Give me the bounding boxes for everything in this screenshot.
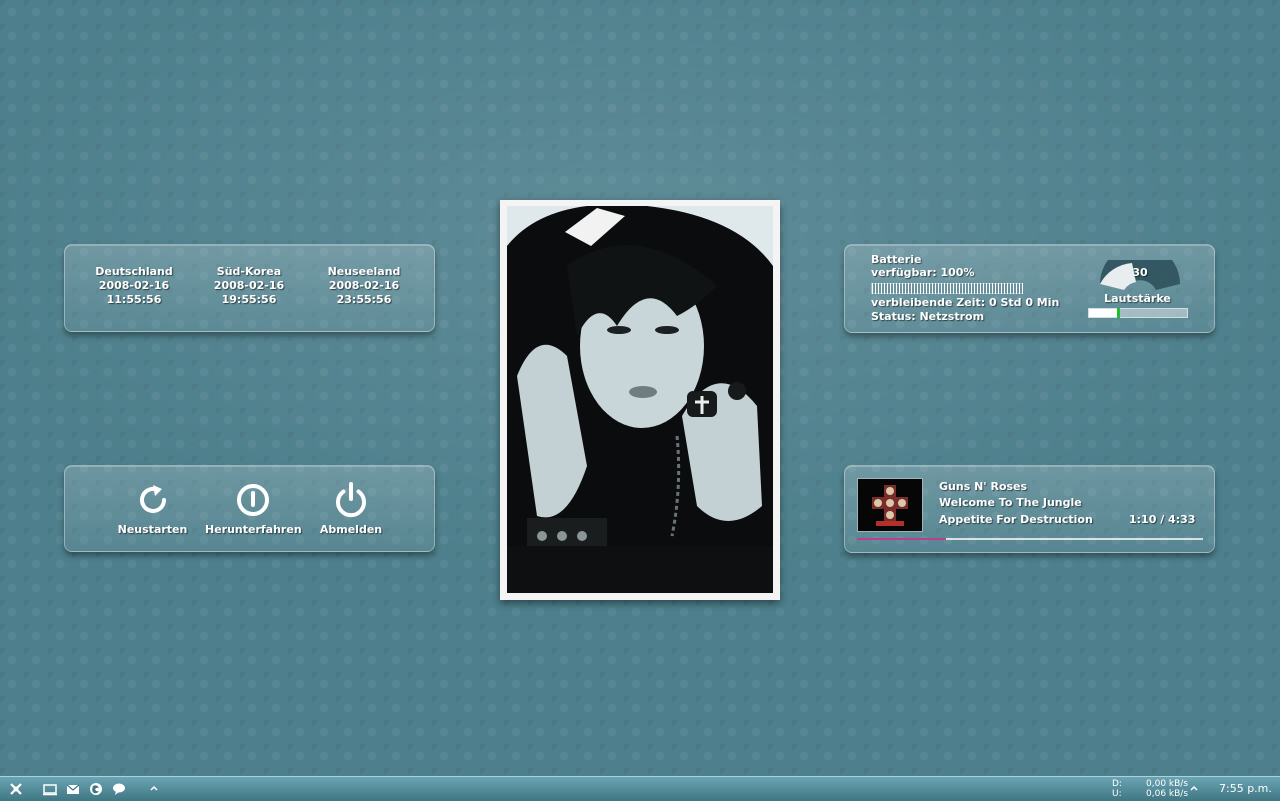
restart-icon xyxy=(139,485,166,513)
music-progress-bar[interactable] xyxy=(857,538,1203,540)
battery-status: Status: Netzstrom xyxy=(871,310,985,323)
volume-slider[interactable] xyxy=(1088,308,1188,318)
clock-location-name: Deutschland xyxy=(95,265,173,278)
clock-time: 19:55:56 xyxy=(221,293,277,306)
show-desktop-icon[interactable] xyxy=(42,781,58,797)
clock-time: 11:55:56 xyxy=(106,293,162,306)
clock-location: Süd-Korea 2008-02-16 19:55:56 xyxy=(199,265,299,307)
battery-available: verfügbar: 100% xyxy=(871,266,975,279)
clock-location: Neuseeland 2008-02-16 23:55:56 xyxy=(314,265,414,307)
chat-icon[interactable] xyxy=(111,781,127,797)
logoff-icon xyxy=(336,482,366,518)
clock-location: Deutschland 2008-02-16 11:55:56 xyxy=(84,265,184,307)
music-album: Appetite For Destruction xyxy=(939,513,1093,526)
battery-level-bar xyxy=(871,283,1023,294)
shutdown-label: Herunterfahren xyxy=(205,523,302,536)
volume-knob[interactable] xyxy=(1117,308,1121,318)
photo-image xyxy=(507,206,773,593)
firefox-icon[interactable] xyxy=(88,781,104,797)
music-progress-fill xyxy=(857,538,946,540)
tray-chevron-icon[interactable] xyxy=(1188,781,1200,797)
restart-button[interactable]: Neustarten xyxy=(115,480,190,537)
music-player-widget: Guns N' Roses Welcome To The Jungle Appe… xyxy=(844,465,1215,553)
logoff-button[interactable]: Abmelden xyxy=(315,480,387,537)
clock-date: 2008-02-16 xyxy=(213,279,285,292)
world-clock-widget: Deutschland 2008-02-16 11:55:56 Süd-Kore… xyxy=(64,244,435,332)
start-icon[interactable] xyxy=(8,781,24,797)
net-up-value: 0,06 kB/s xyxy=(1146,789,1189,799)
album-cover[interactable] xyxy=(857,478,923,532)
clock-date: 2008-02-16 xyxy=(98,279,170,292)
net-up-label: U: xyxy=(1112,789,1122,799)
chevron-up-icon[interactable] xyxy=(148,781,160,797)
music-track: Welcome To The Jungle xyxy=(939,496,1082,509)
clock-location-name: Neuseeland xyxy=(327,265,401,278)
logoff-label: Abmelden xyxy=(319,523,383,536)
taskbar-clock[interactable]: 7:55 p.m. xyxy=(1219,783,1272,795)
battery-title: Batterie xyxy=(871,253,922,266)
music-artist: Guns N' Roses xyxy=(939,480,1028,493)
volume-fill xyxy=(1089,309,1119,317)
shutdown-button[interactable]: Herunterfahren xyxy=(205,480,302,537)
net-down-value: 0,00 kB/s xyxy=(1146,779,1189,789)
volume-label: Lautstärke xyxy=(1104,292,1171,305)
taskbar: D: 0,00 kB/s U: 0,06 kB/s 7:55 p.m. xyxy=(0,776,1280,801)
mail-icon[interactable] xyxy=(65,781,81,797)
clock-date: 2008-02-16 xyxy=(328,279,400,292)
music-time: 1:10 / 4:33 xyxy=(1129,513,1196,526)
net-down-label: D: xyxy=(1112,779,1122,789)
clock-time: 23:55:56 xyxy=(336,293,392,306)
volume-value: 30 xyxy=(1132,266,1148,279)
power-widget: Neustarten Herunterfahren Abmelden xyxy=(64,465,435,552)
album-art-cross xyxy=(872,485,908,526)
battery-widget: Batterie verfügbar: 100% verbleibende Ze… xyxy=(844,244,1215,333)
restart-label: Neustarten xyxy=(117,523,188,536)
clock-location-name: Süd-Korea xyxy=(216,265,282,278)
shutdown-icon xyxy=(236,484,269,516)
battery-remaining: verbleibende Zeit: 0 Std 0 Min xyxy=(871,296,1060,309)
photo-frame-widget[interactable] xyxy=(500,200,780,600)
portrait-photo xyxy=(507,206,773,593)
